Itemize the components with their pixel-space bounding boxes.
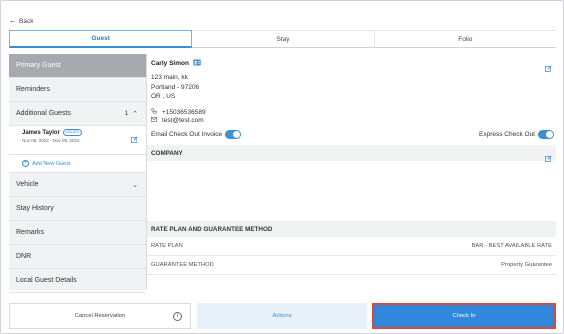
address-line-3: OR , US <box>151 93 176 100</box>
express-checkout-row: Express Check Out <box>479 130 554 139</box>
guest-email-row: test@test.com <box>151 117 204 124</box>
guest-address: 123 main, kk Portland - 97206 OR , US <box>151 73 199 102</box>
guest-count: 1 <box>124 110 129 117</box>
rate-plan-value: BAR - BEST AVAILABLE RATE <box>471 243 552 249</box>
actions-label: Actions <box>272 313 292 319</box>
primary-guest-name: Carly Simon <box>151 60 189 67</box>
mail-icon <box>151 117 157 124</box>
sidebar-item-label: Local Guest Details <box>16 277 77 284</box>
sidebar-item-label: Primary Guest <box>16 62 61 69</box>
add-new-guest-label: Add New Guest <box>32 160 71 167</box>
back-label: Back <box>19 17 34 25</box>
tab-stay[interactable]: Stay <box>192 30 374 48</box>
guarantee-method-label: GUARANTEE METHOD <box>151 262 214 268</box>
additional-guest-dates: Nov 08, 2022 - Nov 09, 2022 <box>22 138 80 143</box>
edit-guest-icon[interactable] <box>545 59 552 77</box>
tab-bar: Guest Stay Folio <box>9 30 556 48</box>
email-checkout-invoice-row: Email Check Out Invoice <box>151 130 242 139</box>
actions-button[interactable]: Actions <box>197 303 367 329</box>
guest-phone: +15036536589 <box>162 108 206 116</box>
sidebar-item-label: Reminders <box>16 86 50 93</box>
sidebar-item-remarks[interactable]: Remarks <box>9 221 146 245</box>
company-title: COMPANY <box>151 149 183 157</box>
email-checkout-invoice-label: Email Check Out Invoice <box>151 131 223 138</box>
rate-plan-row: RATE PLAN BAR - BEST AVAILABLE RATE <box>147 237 556 256</box>
sidebar-item-reminders[interactable]: Reminders <box>9 78 146 102</box>
phone-icon <box>151 108 157 116</box>
chevron-up-icon[interactable]: ⌃ <box>132 110 138 118</box>
chevron-down-icon: ⌄ <box>132 181 138 189</box>
additional-guest-name: James Taylor <box>22 129 60 136</box>
sidebar-item-local-guest-details[interactable]: Local Guest Details <box>9 269 146 293</box>
company-section-header: COMPANY <box>147 145 556 161</box>
added-badge: ADDED <box>62 129 83 136</box>
express-checkout-label: Express Check Out <box>479 131 535 138</box>
add-new-guest-button[interactable]: + Add New Guest <box>9 155 146 173</box>
guarantee-method-value: Property Guarantee <box>501 262 552 268</box>
additional-guest-card[interactable]: James Taylor ADDED Nov 08, 2022 - Nov 09… <box>9 126 146 155</box>
guarantee-method-row: GUARANTEE METHOD Property Guarantee <box>147 256 556 275</box>
guest-phone-row: +15036536589 <box>151 108 206 116</box>
email-checkout-invoice-toggle[interactable] <box>225 130 242 139</box>
sidebar-item-vehicle[interactable]: Vehicle ⌄ <box>9 173 146 197</box>
guest-email: test@test.com <box>162 117 204 124</box>
guest-details-panel: Carly Simon 123 main, kk Portland - 9720… <box>147 54 556 290</box>
primary-guest-name-row: Carly Simon <box>151 59 201 68</box>
tab-guest[interactable]: Guest <box>9 30 193 48</box>
sidebar: Primary Guest Reminders Additional Guest… <box>9 54 147 293</box>
express-checkout-toggle[interactable] <box>538 130 554 139</box>
check-in-label: Check In <box>452 313 476 319</box>
rate-plan-title: RATE PLAN AND GUARANTEE METHOD <box>151 225 273 233</box>
back-link[interactable]: ← Back <box>9 17 33 25</box>
edit-company-icon[interactable] <box>545 149 552 167</box>
check-in-button[interactable]: Check In <box>372 303 556 329</box>
rate-plan-section-header: RATE PLAN AND GUARANTEE METHOD <box>147 221 556 237</box>
address-line-2: Portland - 97206 <box>151 83 200 91</box>
sidebar-item-label: Vehicle <box>16 181 39 188</box>
footer-bar: Cancel Reservation i Actions Check In <box>0 298 564 334</box>
arrow-left-icon: ← <box>9 16 17 25</box>
sidebar-item-stay-history[interactable]: Stay History <box>9 197 146 221</box>
sidebar-item-label: Stay History <box>16 205 54 212</box>
sidebar-item-label: Remarks <box>16 229 45 236</box>
cancel-reservation-button[interactable]: Cancel Reservation i <box>9 303 191 329</box>
tab-folio[interactable]: Folio <box>373 30 556 48</box>
sidebar-item-label: Additional Guests <box>16 110 71 117</box>
sidebar-item-additional-guests[interactable]: Additional Guests 1 ⌃ <box>9 102 146 126</box>
address-line-1: 123 main, kk <box>151 74 188 81</box>
sidebar-item-label: DNR <box>16 253 32 260</box>
info-icon[interactable]: i <box>173 312 182 321</box>
edit-icon[interactable] <box>131 130 138 148</box>
plus-circle-icon: + <box>22 160 29 167</box>
cancel-reservation-label: Cancel Reservation <box>74 313 126 319</box>
id-card-icon[interactable] <box>193 59 201 68</box>
rate-plan-label: RATE PLAN <box>151 243 183 249</box>
sidebar-item-dnr[interactable]: DNR <box>9 245 146 269</box>
sidebar-item-primary-guest[interactable]: Primary Guest <box>9 54 146 78</box>
